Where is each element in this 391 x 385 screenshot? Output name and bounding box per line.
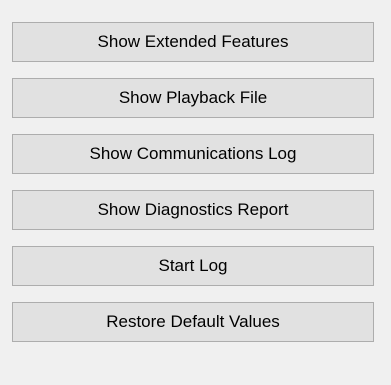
- show-playback-file-button[interactable]: Show Playback File: [12, 78, 374, 118]
- show-diagnostics-report-button[interactable]: Show Diagnostics Report: [12, 190, 374, 230]
- start-log-button[interactable]: Start Log: [12, 246, 374, 286]
- restore-default-values-button[interactable]: Restore Default Values: [12, 302, 374, 342]
- show-communications-log-button[interactable]: Show Communications Log: [12, 134, 374, 174]
- button-panel: Show Extended Features Show Playback Fil…: [0, 0, 391, 385]
- show-extended-features-button[interactable]: Show Extended Features: [12, 22, 374, 62]
